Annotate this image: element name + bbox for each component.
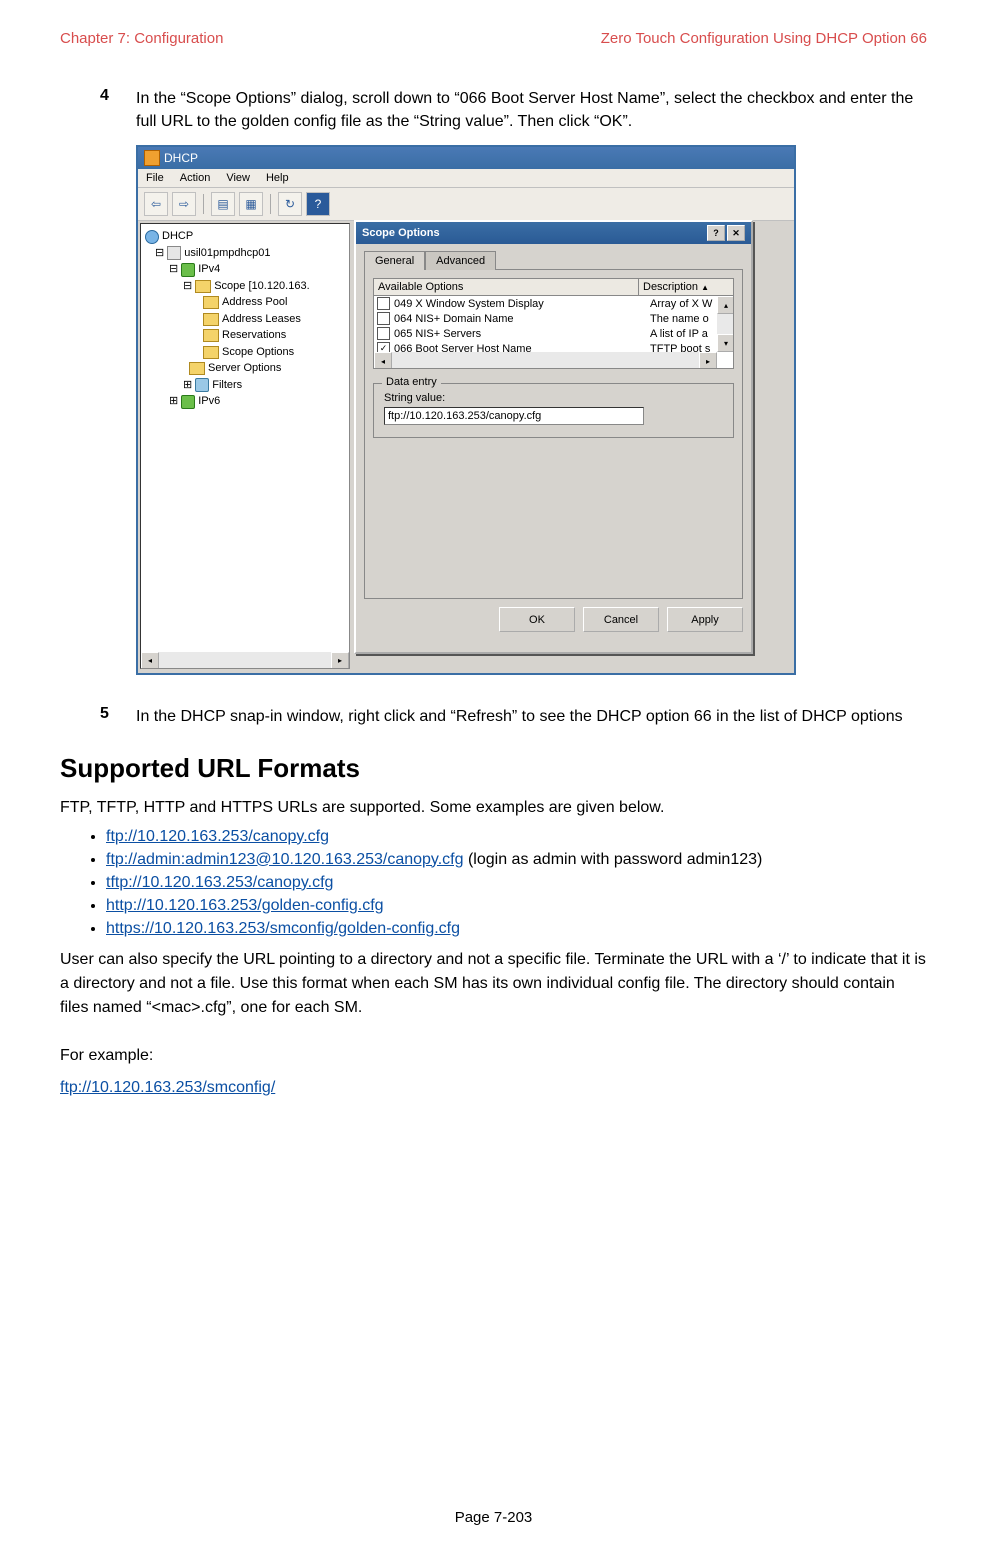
dhcp-tree[interactable]: DHCP ⊟usil01pmpdhcp01 ⊟IPv4 ⊟Scope [10.1… bbox=[140, 223, 350, 669]
folder-icon bbox=[203, 346, 219, 359]
topic-label: Zero Touch Configuration Using DHCP Opti… bbox=[601, 30, 927, 47]
step-4-number: 4 bbox=[100, 87, 136, 133]
tree-addr-pool[interactable]: Address Pool bbox=[222, 294, 287, 311]
list-item: ftp://10.120.163.253/canopy.cfg bbox=[106, 828, 927, 846]
tree-ipv4[interactable]: IPv4 bbox=[198, 261, 220, 278]
tree-scope[interactable]: Scope [10.120.163. bbox=[214, 278, 309, 295]
intro-paragraph: FTP, TFTP, HTTP and HTTPS URLs are suppo… bbox=[60, 796, 927, 820]
page-number: Page 7-203 bbox=[0, 1509, 987, 1526]
tree-server-options[interactable]: Server Options bbox=[208, 360, 281, 377]
up-button[interactable]: ▤ bbox=[211, 192, 235, 216]
list-v-scrollbar[interactable]: ▴▾ bbox=[717, 296, 733, 352]
folder-icon bbox=[189, 362, 205, 375]
list-item: http://10.120.163.253/golden-config.cfg bbox=[106, 897, 927, 915]
string-value-input[interactable] bbox=[384, 407, 644, 425]
tree-addr-leases[interactable]: Address Leases bbox=[222, 311, 301, 328]
url-link[interactable]: ftp://10.120.163.253/canopy.cfg bbox=[106, 828, 329, 845]
tree-dhcp-root[interactable]: DHCP bbox=[162, 228, 193, 245]
mmc-window-title: DHCP bbox=[164, 151, 198, 165]
dialog-help-button[interactable]: ? bbox=[707, 225, 725, 241]
forward-button[interactable]: ⇨ bbox=[172, 192, 196, 216]
folder-icon bbox=[203, 296, 219, 309]
list-item: tftp://10.120.163.253/canopy.cfg bbox=[106, 874, 927, 892]
dhcp-screenshot: DHCP File Action View Help ⇦ ⇨ ▤ ▦ ↻ ? D… bbox=[136, 145, 796, 675]
url-link[interactable]: https://10.120.163.253/smconfig/golden-c… bbox=[106, 920, 460, 937]
options-list-header: Available Options Description ▲ bbox=[373, 278, 734, 296]
groupbox-legend: Data entry bbox=[382, 376, 441, 388]
dhcp-root-icon bbox=[145, 230, 159, 244]
refresh-button[interactable]: ↻ bbox=[278, 192, 302, 216]
tree-filters[interactable]: Filters bbox=[212, 377, 242, 394]
mmc-window-titlebar: DHCP bbox=[138, 147, 794, 169]
url-list: ftp://10.120.163.253/canopy.cfg ftp://ad… bbox=[60, 828, 927, 938]
example-label: For example: bbox=[60, 1044, 927, 1068]
server-icon bbox=[167, 246, 181, 260]
scope-options-dialog: Scope Options ? ✕ General Advanced Avail… bbox=[354, 220, 753, 654]
folder-icon bbox=[203, 329, 219, 342]
tree-server[interactable]: usil01pmpdhcp01 bbox=[184, 245, 270, 262]
list-item[interactable]: 049 X Window System DisplayArray of X W bbox=[374, 296, 733, 311]
scroll-left-icon[interactable]: ◂ bbox=[141, 652, 159, 669]
apply-button[interactable]: Apply bbox=[667, 607, 743, 632]
ipv6-icon bbox=[181, 395, 195, 409]
properties-button[interactable]: ▦ bbox=[239, 192, 263, 216]
dialog-close-button[interactable]: ✕ bbox=[727, 225, 745, 241]
checkbox[interactable] bbox=[377, 312, 390, 325]
scope-folder-icon bbox=[195, 280, 211, 293]
example-url-link[interactable]: ftp://10.120.163.253/smconfig/ bbox=[60, 1079, 275, 1096]
scroll-left-icon[interactable]: ◂ bbox=[374, 352, 392, 369]
list-item[interactable]: 064 NIS+ Domain NameThe name o bbox=[374, 311, 733, 326]
dialog-title: Scope Options bbox=[362, 227, 440, 239]
filters-icon bbox=[195, 378, 209, 392]
mmc-toolbar: ⇦ ⇨ ▤ ▦ ↻ ? bbox=[138, 188, 794, 221]
tree-h-scrollbar[interactable]: ◂ ▸ bbox=[141, 652, 349, 668]
tree-reservations[interactable]: Reservations bbox=[222, 327, 286, 344]
menu-view[interactable]: View bbox=[226, 172, 250, 184]
list-item: ftp://admin:admin123@10.120.163.253/cano… bbox=[106, 851, 927, 869]
step-5-text: In the DHCP snap-in window, right click … bbox=[136, 705, 903, 728]
url-link[interactable]: http://10.120.163.253/golden-config.cfg bbox=[106, 897, 384, 914]
url-link[interactable]: ftp://admin:admin123@10.120.163.253/cano… bbox=[106, 851, 464, 868]
scroll-up-icon[interactable]: ▴ bbox=[717, 296, 734, 314]
menu-file[interactable]: File bbox=[146, 172, 164, 184]
directory-paragraph: User can also specify the URL pointing t… bbox=[60, 948, 927, 1020]
list-h-scrollbar[interactable]: ◂▸ bbox=[374, 352, 717, 368]
help-button[interactable]: ? bbox=[306, 192, 330, 216]
col-available-options[interactable]: Available Options bbox=[374, 279, 639, 295]
tab-advanced[interactable]: Advanced bbox=[425, 251, 496, 270]
string-value-label: String value: bbox=[384, 392, 723, 404]
url-link[interactable]: tftp://10.120.163.253/canopy.cfg bbox=[106, 874, 333, 891]
tree-ipv6[interactable]: IPv6 bbox=[198, 393, 220, 410]
list-item[interactable]: 065 NIS+ ServersA list of IP a bbox=[374, 326, 733, 341]
options-list[interactable]: 049 X Window System DisplayArray of X W … bbox=[373, 296, 734, 369]
cancel-button[interactable]: Cancel bbox=[583, 607, 659, 632]
tree-scope-options[interactable]: Scope Options bbox=[222, 344, 294, 361]
step-4-text: In the “Scope Options” dialog, scroll do… bbox=[136, 87, 927, 133]
tab-general[interactable]: General bbox=[364, 251, 425, 270]
folder-icon bbox=[203, 313, 219, 326]
back-button[interactable]: ⇦ bbox=[144, 192, 168, 216]
chapter-label: Chapter 7: Configuration bbox=[60, 30, 223, 47]
ok-button[interactable]: OK bbox=[499, 607, 575, 632]
mmc-menubar: File Action View Help bbox=[138, 169, 794, 188]
menu-help[interactable]: Help bbox=[266, 172, 289, 184]
scroll-right-icon[interactable]: ▸ bbox=[331, 652, 349, 669]
ipv4-icon bbox=[181, 263, 195, 277]
section-heading: Supported URL Formats bbox=[60, 753, 927, 784]
list-item: https://10.120.163.253/smconfig/golden-c… bbox=[106, 920, 927, 938]
scroll-down-icon[interactable]: ▾ bbox=[717, 334, 734, 352]
url-note: (login as admin with password admin123) bbox=[464, 851, 763, 868]
dhcp-app-icon bbox=[144, 150, 160, 166]
col-description[interactable]: Description ▲ bbox=[639, 279, 733, 295]
step-5-number: 5 bbox=[100, 705, 136, 728]
scroll-right-icon[interactable]: ▸ bbox=[699, 352, 717, 369]
checkbox[interactable] bbox=[377, 297, 390, 310]
checkbox[interactable] bbox=[377, 327, 390, 340]
menu-action[interactable]: Action bbox=[180, 172, 211, 184]
data-entry-group: Data entry String value: bbox=[373, 383, 734, 438]
